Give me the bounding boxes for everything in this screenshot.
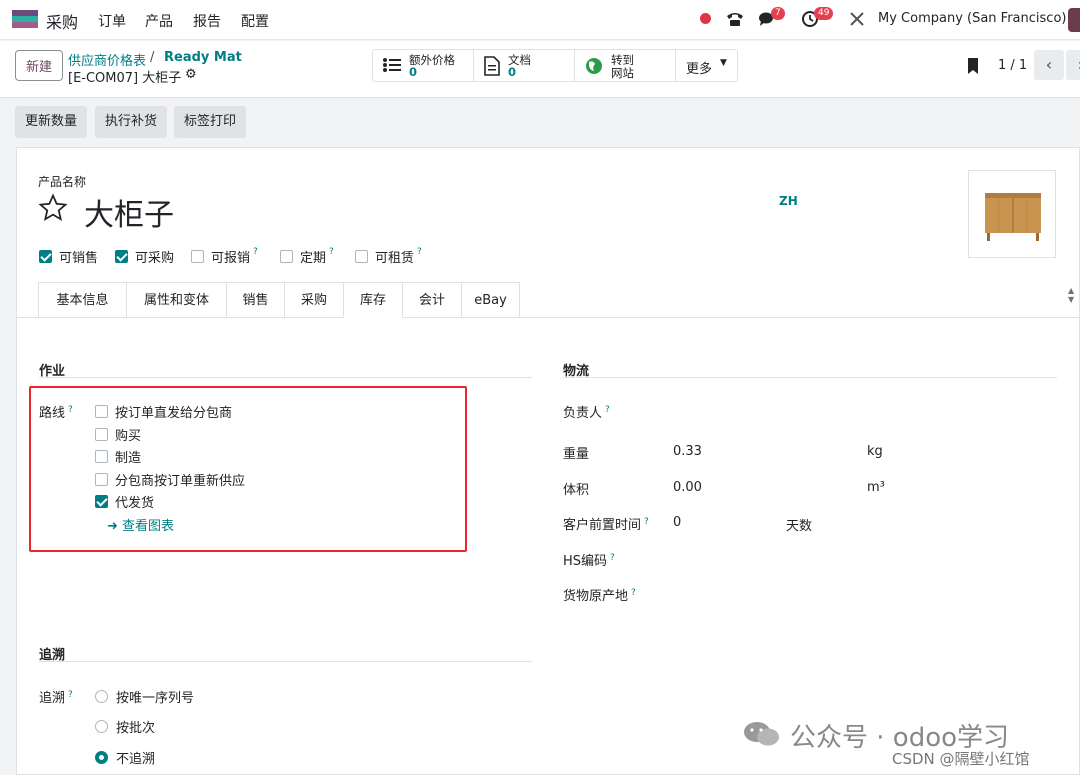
weight-unit: kg [867, 444, 883, 459]
menu-configuration[interactable]: 配置 [241, 11, 269, 31]
help-tooltip-icon[interactable]: ? [644, 517, 649, 527]
menu-products[interactable]: 产品 [145, 11, 173, 31]
volume-unit: m³ [867, 480, 885, 495]
pager-next-button[interactable]: › [1066, 50, 1080, 80]
logistics-divider [563, 377, 1057, 378]
weight-label: 重量 [563, 447, 590, 462]
control-panel: 新建 供应商价格表 / Ready Mat [E-COM07] 大柜子 ⚙ 额外… [0, 41, 1080, 98]
help-tooltip-icon[interactable]: ? [68, 405, 73, 415]
tab-attributes-variants[interactable]: 属性和变体 [126, 282, 226, 318]
product-name-input[interactable]: 大柜子 [84, 190, 174, 234]
document-icon [483, 56, 501, 80]
route-dropship-checkbox[interactable]: 代发货 [95, 492, 154, 511]
favorite-star-icon[interactable] [38, 193, 68, 227]
caret-down-icon: ▼ [720, 58, 727, 68]
operations-divider [39, 377, 532, 378]
help-tooltip-icon[interactable]: ? [68, 690, 73, 700]
volume-input[interactable]: 0.00 [673, 480, 702, 495]
app-name[interactable]: 采购 [46, 9, 78, 33]
menu-orders[interactable]: 订单 [98, 11, 126, 31]
update-quantity-button[interactable]: 更新数量 [15, 106, 88, 138]
bookmark-icon[interactable] [966, 57, 980, 79]
recurring-checkbox[interactable]: 定期? [280, 247, 334, 266]
can-be-expensed-checkbox[interactable]: 可报销? [191, 247, 258, 266]
debug-tools-icon[interactable] [848, 10, 866, 32]
breadcrumb-separator: / [150, 50, 155, 65]
tab-inventory[interactable]: 库存 [343, 282, 402, 318]
breadcrumb-vendor[interactable]: Ready Mat [164, 50, 242, 65]
tracking-none-radio[interactable]: 不追溯 [95, 748, 155, 767]
pager-value[interactable]: 1 / 1 [998, 58, 1027, 73]
tab-accounting[interactable]: 会计 [402, 282, 461, 318]
view-diagram-link[interactable]: ➜ 查看图表 [107, 515, 174, 534]
scroll-arrows-icon[interactable]: ▲ ▼ [1068, 286, 1074, 304]
new-button[interactable]: 新建 [15, 50, 63, 81]
messages-count-badge: 7 [771, 7, 785, 20]
route-dropship-subcontractor-checkbox[interactable]: 按订单直发给分包商 [95, 402, 232, 421]
activities-count-badge: 49 [814, 7, 834, 20]
print-labels-button[interactable]: 标签打印 [174, 106, 247, 138]
help-tooltip-icon[interactable]: ? [605, 405, 610, 415]
help-tooltip-icon[interactable]: ? [631, 588, 636, 598]
replenish-button[interactable]: 执行补货 [95, 106, 168, 138]
routes-label: 路线? [39, 405, 73, 421]
help-tooltip-icon[interactable]: ? [329, 247, 334, 257]
extra-prices-button[interactable]: 额外价格 0 [373, 50, 474, 81]
help-tooltip-icon[interactable]: ? [417, 247, 422, 257]
origin-of-goods-label: 货物原产地? [563, 588, 636, 604]
product-image[interactable] [968, 170, 1056, 258]
list-icon [382, 56, 402, 78]
customer-lead-time-label: 客户前置时间? [563, 517, 649, 533]
top-navbar: 采购 订单 产品 报告 配置 7 49 My Company (San Fran… [0, 0, 1080, 40]
traceability-divider [39, 661, 532, 662]
phone-icon[interactable] [725, 10, 745, 32]
route-resupply-subcontractor-checkbox[interactable]: 分包商按订单重新供应 [95, 470, 245, 489]
lead-time-unit: 天数 [786, 519, 813, 534]
can-be-rented-checkbox[interactable]: 可租赁? [355, 247, 422, 266]
weight-input[interactable]: 0.33 [673, 444, 702, 459]
menu-reports[interactable]: 报告 [193, 11, 221, 31]
help-tooltip-icon[interactable]: ? [610, 553, 615, 563]
pager-previous-button[interactable]: ‹ [1034, 50, 1064, 80]
go-to-website-button[interactable]: 转到 网站 [575, 50, 676, 81]
globe-icon [584, 56, 604, 80]
customer-lead-time-input[interactable]: 0 [673, 515, 681, 530]
can-be-purchased-checkbox[interactable]: 可采购 [115, 247, 174, 266]
tab-general-information[interactable]: 基本信息 [38, 282, 126, 318]
hs-code-label: HS编码? [563, 553, 615, 569]
tracking-label: 追溯? [39, 690, 73, 706]
record-actions-gear-icon[interactable]: ⚙ [185, 67, 197, 82]
responsible-label: 负责人? [563, 405, 610, 421]
tracking-serial-radio[interactable]: 按唯一序列号 [95, 687, 194, 706]
recording-indicator-icon[interactable] [700, 13, 711, 24]
product-name-label: 产品名称 [38, 175, 87, 189]
route-buy-checkbox[interactable]: 购买 [95, 425, 141, 444]
more-dropdown[interactable]: 更多 ▼ [676, 50, 737, 81]
watermark-csdn: CSDN @隔壁小红馆 [892, 750, 1030, 768]
tab-ebay[interactable]: eBay [461, 282, 520, 318]
arrow-right-icon: ➜ [107, 519, 123, 534]
app-menu-icon[interactable] [12, 10, 38, 28]
company-switcher[interactable]: My Company (San Francisco) [878, 11, 1066, 26]
smart-buttons: 额外价格 0 文档 0 转到 网站 更多 ▼ [372, 49, 738, 82]
can-be-sold-checkbox[interactable]: 可销售 [39, 247, 98, 266]
tab-purchase[interactable]: 采购 [284, 282, 343, 318]
user-avatar[interactable] [1068, 8, 1080, 32]
tab-sales[interactable]: 销售 [226, 282, 284, 318]
tracking-lots-radio[interactable]: 按批次 [95, 717, 155, 736]
breadcrumb-current-record: [E-COM07] 大柜子 [68, 71, 182, 86]
documents-button[interactable]: 文档 0 [474, 50, 575, 81]
help-tooltip-icon[interactable]: ? [253, 247, 258, 257]
route-manufacture-checkbox[interactable]: 制造 [95, 447, 141, 466]
language-button[interactable]: ZH [779, 194, 798, 208]
notebook-tabs: 基本信息 属性和变体 销售 采购 库存 会计 eBay [38, 282, 520, 318]
wechat-icon [742, 720, 782, 752]
volume-label: 体积 [563, 483, 590, 498]
